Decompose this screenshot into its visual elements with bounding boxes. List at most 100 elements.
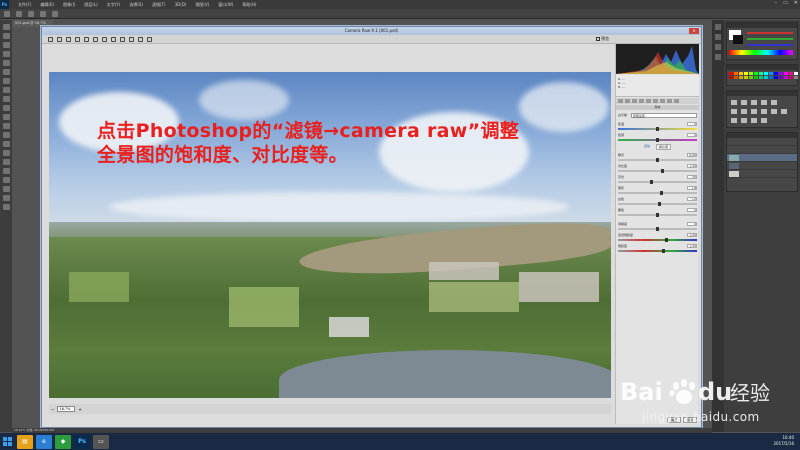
character-panel-icon[interactable] xyxy=(715,54,721,60)
foreground-color-icon[interactable] xyxy=(2,204,10,210)
start-button[interactable] xyxy=(0,433,14,450)
default-link[interactable]: 默认值 xyxy=(656,144,672,150)
color-sampler-icon[interactable] xyxy=(75,36,80,42)
color-sliders[interactable] xyxy=(727,28,797,58)
move-tool-icon[interactable] xyxy=(4,10,10,17)
preview-toggle[interactable]: ✓ 预览 xyxy=(596,36,609,42)
pen-tool-icon[interactable] xyxy=(2,150,10,156)
menu-select[interactable]: 选择(S) xyxy=(129,2,143,8)
slider-value-field[interactable]: +15 xyxy=(687,244,697,248)
layer-blend-row[interactable] xyxy=(727,146,797,154)
quick-select-tool-icon[interactable] xyxy=(2,51,10,57)
radial-filter-icon[interactable] xyxy=(147,36,152,42)
gradient-tool-icon[interactable] xyxy=(2,123,10,129)
menu-edit[interactable]: 编辑(E) xyxy=(40,2,54,8)
menu-type[interactable]: 文字(Y) xyxy=(107,2,121,8)
slider-value-field[interactable]: 0.00 xyxy=(687,153,697,157)
healing-brush-icon[interactable] xyxy=(2,78,10,84)
slider-handle[interactable] xyxy=(665,238,669,242)
crop-tool-icon[interactable] xyxy=(93,36,98,42)
close-icon[interactable]: ✕ xyxy=(794,0,798,6)
distribute-icon[interactable] xyxy=(52,10,58,17)
auto-select-checkbox[interactable] xyxy=(16,10,22,17)
lasso-tool-icon[interactable] xyxy=(2,42,10,48)
move-tool-icon[interactable] xyxy=(2,24,10,30)
adjustment-icons[interactable] xyxy=(727,96,797,126)
slider-handle[interactable] xyxy=(656,127,659,131)
history-panel-icon[interactable] xyxy=(715,24,721,30)
slider-handle[interactable] xyxy=(660,169,664,173)
crop-tool-icon[interactable] xyxy=(2,60,10,66)
swatch-grid[interactable] xyxy=(727,70,798,81)
tab-camera-calibration-icon[interactable] xyxy=(667,99,672,103)
slider-handle[interactable] xyxy=(658,202,662,206)
slider-value-field[interactable]: +20 xyxy=(687,233,697,237)
zoom-out-icon[interactable]: − xyxy=(51,407,54,412)
slider-handle[interactable] xyxy=(656,213,659,217)
straighten-tool-icon[interactable] xyxy=(102,36,107,42)
menu-view[interactable]: 视图(V) xyxy=(195,2,209,8)
menu-3d[interactable]: 3D(D) xyxy=(175,2,187,7)
eyedropper-tool-icon[interactable] xyxy=(2,69,10,75)
slider-value-field[interactable]: 0 xyxy=(687,222,697,226)
align-icon[interactable] xyxy=(40,10,46,17)
transform-controls-checkbox[interactable] xyxy=(28,10,34,17)
slider-handle[interactable] xyxy=(662,249,666,253)
eraser-tool-icon[interactable] xyxy=(2,114,10,120)
properties-panel-icon[interactable] xyxy=(715,34,721,40)
red-eye-icon[interactable] xyxy=(120,36,125,42)
graduated-filter-icon[interactable] xyxy=(138,36,143,42)
slider-value-field[interactable]: +10 xyxy=(687,164,697,168)
layer-filter-row[interactable] xyxy=(727,138,797,146)
tab-split-toning-icon[interactable] xyxy=(646,99,651,103)
photoshop-taskbar-icon[interactable]: Ps xyxy=(74,434,90,449)
slider-value-field[interactable]: 0 xyxy=(687,208,697,212)
security-app-icon[interactable]: ◆ xyxy=(55,434,71,449)
blur-tool-icon[interactable] xyxy=(2,132,10,138)
tab-detail-icon[interactable] xyxy=(632,99,637,103)
white-balance-select[interactable]: 原照设置 xyxy=(631,112,697,118)
layer-item[interactable] xyxy=(727,170,797,178)
tab-effects-icon[interactable] xyxy=(660,99,665,103)
adjustment-brush-icon[interactable] xyxy=(129,36,134,42)
slider-track[interactable] xyxy=(618,192,697,194)
internet-explorer-icon[interactable]: e xyxy=(36,434,52,449)
hand-tool-icon[interactable] xyxy=(57,36,62,42)
hand-tool-icon[interactable] xyxy=(2,186,10,192)
close-icon[interactable]: ✕ xyxy=(689,28,699,34)
slider-track[interactable] xyxy=(618,239,697,241)
zoom-tool-icon[interactable] xyxy=(2,195,10,201)
path-select-icon[interactable] xyxy=(2,168,10,174)
menu-window[interactable]: 窗口(W) xyxy=(218,2,233,8)
slider-handle[interactable] xyxy=(649,180,653,184)
minimize-icon[interactable]: – xyxy=(775,0,778,6)
menu-help[interactable]: 帮助(H) xyxy=(242,2,256,8)
system-clock[interactable]: 16:40 2017/5/16 xyxy=(773,435,794,447)
clone-stamp-icon[interactable] xyxy=(2,96,10,102)
menu-image[interactable]: 图像(I) xyxy=(63,2,75,8)
slider-track[interactable] xyxy=(618,181,697,183)
zoom-tool-icon[interactable] xyxy=(48,36,53,42)
tab-tone-curve-icon[interactable] xyxy=(625,99,630,103)
slider-value-field[interactable]: 0 xyxy=(687,122,697,126)
preview-checkbox[interactable]: ✓ xyxy=(596,37,600,41)
shape-tool-icon[interactable] xyxy=(2,177,10,183)
tab-basic-icon[interactable] xyxy=(618,99,623,103)
zoom-in-icon[interactable]: + xyxy=(78,407,81,412)
maximize-icon[interactable]: ▭ xyxy=(783,0,788,6)
layer-item[interactable] xyxy=(727,162,797,170)
menu-layer[interactable]: 图层(L) xyxy=(84,2,97,8)
layer-item[interactable] xyxy=(727,154,797,162)
dodge-tool-icon[interactable] xyxy=(2,141,10,147)
zoom-level-field[interactable]: 16.7% xyxy=(57,406,76,412)
slider-value-field[interactable]: -15 xyxy=(687,175,697,179)
white-balance-tool-icon[interactable] xyxy=(66,36,71,42)
targeted-adjustment-icon[interactable] xyxy=(84,36,89,42)
menu-filter[interactable]: 滤镜(T) xyxy=(152,2,166,8)
tab-hsl-icon[interactable] xyxy=(639,99,644,103)
menu-file[interactable]: 文件(F) xyxy=(18,2,31,8)
app-window-icon[interactable]: ▭ xyxy=(93,434,109,449)
slider-handle[interactable] xyxy=(656,158,659,162)
slider-value-field[interactable]: 0 xyxy=(687,133,697,137)
slider-value-field[interactable]: +8 xyxy=(687,186,697,190)
